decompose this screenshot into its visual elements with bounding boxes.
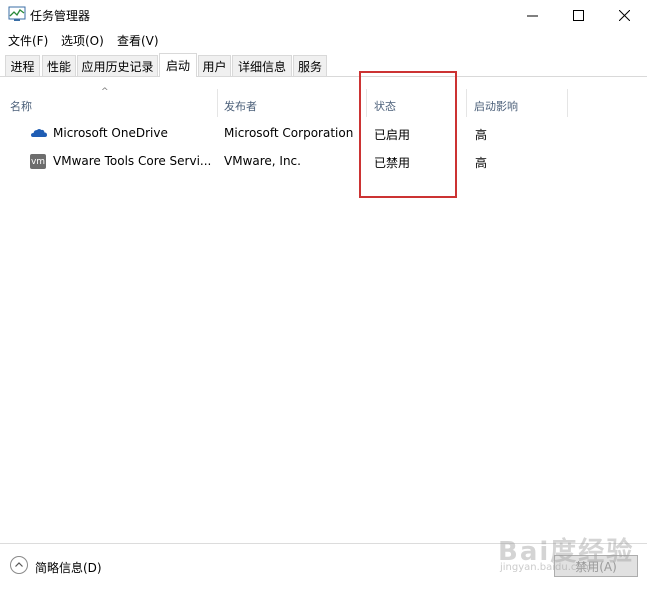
row-name: VMware Tools Core Servi...: [53, 154, 212, 168]
minimize-button[interactable]: [509, 0, 555, 30]
table-row[interactable]: vm VMware Tools Core Servi... VMware, In…: [0, 148, 647, 176]
maximize-button[interactable]: [555, 0, 601, 30]
tab-performance[interactable]: 性能: [42, 55, 76, 76]
chevron-up-icon: [15, 562, 23, 567]
onedrive-icon: [30, 125, 48, 141]
column-header-impact[interactable]: 启动影响: [474, 98, 518, 114]
row-impact: 高: [475, 128, 488, 142]
tab-details[interactable]: 详细信息: [232, 55, 292, 76]
tab-strip: 进程 性能 应用历史记录 启动 用户 详细信息 服务: [0, 53, 647, 77]
column-resize-handle[interactable]: [366, 89, 367, 117]
tab-services[interactable]: 服务: [293, 55, 327, 76]
table-row[interactable]: Microsoft OneDrive Microsoft Corporation…: [0, 120, 647, 148]
column-header-name[interactable]: 名称: [10, 98, 32, 114]
close-button[interactable]: [601, 0, 647, 30]
row-status: 已禁用: [374, 156, 411, 170]
row-impact: 高: [475, 156, 488, 170]
minimize-icon: [526, 15, 538, 16]
menu-view[interactable]: 查看(V): [117, 32, 159, 49]
column-resize-handle[interactable]: [567, 89, 568, 117]
sort-ascending-icon: ^: [101, 87, 109, 97]
menu-file[interactable]: 文件(F): [8, 32, 48, 49]
menu-bar: 文件(F) 选项(O) 查看(V): [0, 30, 647, 50]
row-name: Microsoft OneDrive: [53, 126, 168, 140]
column-header-status[interactable]: 状态: [374, 98, 396, 114]
fewer-details-toggle[interactable]: [10, 556, 28, 574]
tab-divider: [0, 76, 647, 77]
task-manager-icon: [8, 6, 26, 22]
tab-users[interactable]: 用户: [198, 55, 231, 76]
column-header-publisher[interactable]: 发布者: [224, 98, 257, 114]
vmware-icon: vm: [30, 154, 46, 169]
column-resize-handle[interactable]: [466, 89, 467, 117]
row-publisher: VMware, Inc.: [224, 154, 301, 168]
close-icon: [618, 9, 630, 21]
column-header-row: ^ 名称 发布者 状态 启动影响: [0, 87, 647, 119]
row-publisher: Microsoft Corporation: [224, 126, 354, 140]
fewer-details-label[interactable]: 简略信息(D): [35, 559, 102, 576]
window-title: 任务管理器: [30, 9, 91, 23]
title-bar: 任务管理器: [0, 0, 647, 30]
tab-startup[interactable]: 启动: [159, 53, 197, 77]
watermark-url: jingyan.baidu.com: [500, 562, 593, 573]
row-status: 已启用: [374, 128, 411, 142]
column-resize-handle[interactable]: [217, 89, 218, 117]
menu-options[interactable]: 选项(O): [61, 32, 104, 49]
tab-processes[interactable]: 进程: [5, 55, 40, 76]
vmware-icon-label: vm: [30, 156, 46, 167]
tab-app-history[interactable]: 应用历史记录: [77, 55, 158, 76]
maximize-icon: [572, 9, 584, 21]
